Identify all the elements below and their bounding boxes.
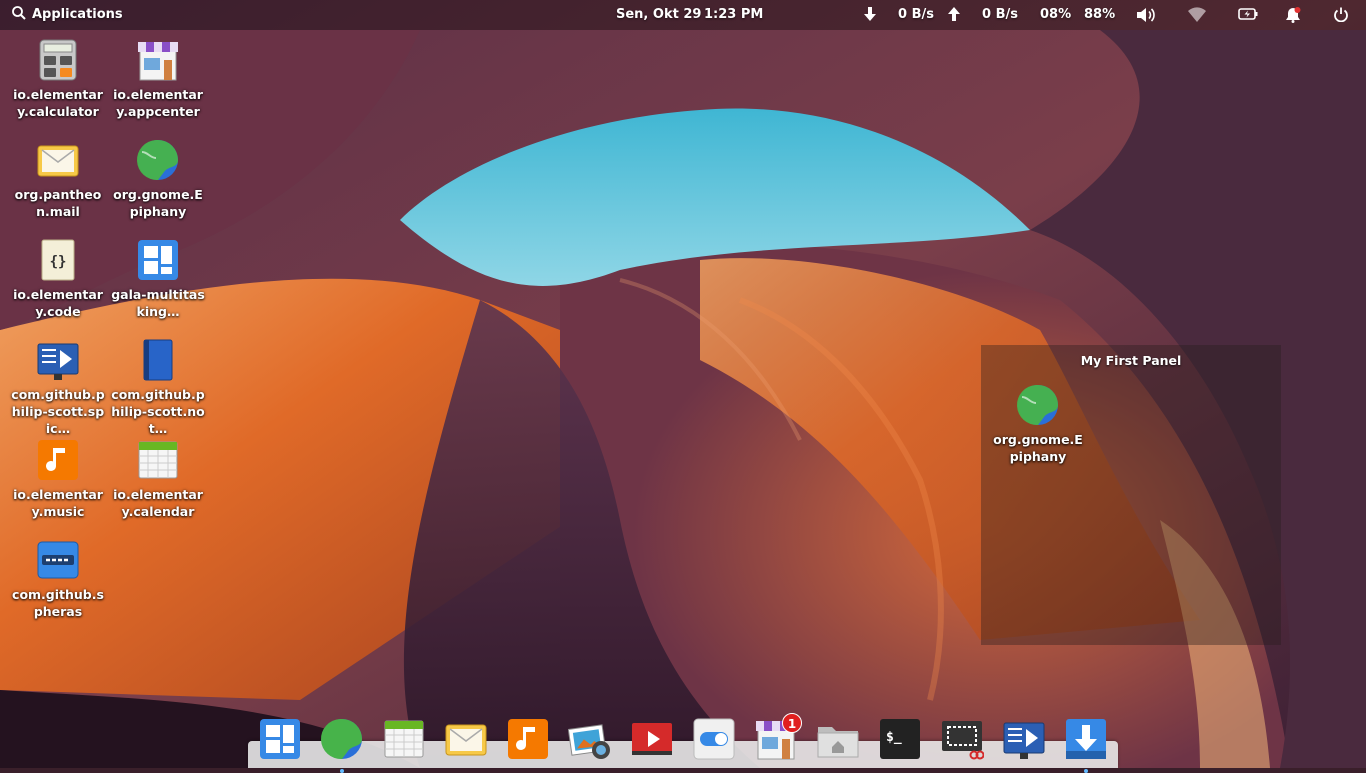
epiphany-icon xyxy=(320,719,362,760)
desktopfolder-icon xyxy=(36,538,80,582)
desktop-icon-epiphany[interactable]: org.gnome.Epiphany xyxy=(108,132,208,220)
dock-item-spice-up[interactable] xyxy=(1002,717,1046,761)
dock-item-multitasking[interactable] xyxy=(258,717,302,761)
notifications-bell-icon[interactable] xyxy=(1285,0,1301,30)
dock-item-appcenter[interactable]: 1 xyxy=(754,713,802,761)
epiphany-icon xyxy=(136,138,180,182)
notes-up-icon xyxy=(136,338,180,382)
desktop-icon-label: io.elementary.calendar xyxy=(113,487,203,519)
desktop-icon-notes-up[interactable]: com.github.philip-scott.not… xyxy=(108,332,208,437)
multitasking-icon xyxy=(136,238,180,282)
music-icon xyxy=(36,438,80,482)
desktop-icon-mail[interactable]: org.pantheon.mail xyxy=(8,132,108,220)
dock-item-settings[interactable] xyxy=(692,717,736,761)
code-icon: {} xyxy=(36,238,80,282)
desktop-icon-music[interactable]: io.elementary.music xyxy=(8,432,108,520)
terminal-icon: $_ xyxy=(880,719,920,759)
desktop-icon-label: org.gnome.Epiphany xyxy=(113,187,203,219)
top-panel: Applications Sen, Okt 29 1:23 PM 0 B/s 0… xyxy=(0,0,1366,30)
battery-icon[interactable] xyxy=(1238,0,1258,30)
settings-icon xyxy=(693,718,735,760)
videos-icon xyxy=(632,723,672,755)
calculator-icon xyxy=(36,38,80,82)
dock-item-screenshot[interactable] xyxy=(940,717,985,761)
download-icon xyxy=(1066,719,1106,759)
download-speed: 0 B/s xyxy=(898,7,934,22)
calendar-icon xyxy=(136,438,180,482)
dock-item-calendar[interactable] xyxy=(382,717,426,761)
memory-usage[interactable]: 88% xyxy=(1084,0,1115,30)
dock-item-files[interactable] xyxy=(816,717,860,761)
mail-icon xyxy=(445,724,487,756)
spice-up-icon xyxy=(1003,722,1045,759)
network-wifi-icon[interactable] xyxy=(1188,0,1206,30)
music-icon xyxy=(508,719,548,759)
calendar-icon xyxy=(384,720,424,758)
epiphany-icon xyxy=(1016,383,1060,427)
appcenter-icon xyxy=(136,38,180,82)
dock: 1 $_ xyxy=(248,711,1118,773)
applications-menu-button[interactable]: Applications xyxy=(12,0,123,30)
volume-icon[interactable] xyxy=(1137,0,1157,30)
desktop-icon-label: com.github.philip-scott.not… xyxy=(111,387,205,436)
running-indicator xyxy=(1084,769,1088,773)
multitasking-icon xyxy=(260,719,300,759)
running-indicator xyxy=(340,769,344,773)
panel-item-epiphany[interactable]: org.gnome.Epiphany xyxy=(988,377,1088,465)
spice-up-icon xyxy=(36,338,80,382)
dock-item-epiphany[interactable] xyxy=(320,717,364,773)
clock-time[interactable]: 1:23 PM xyxy=(704,0,763,30)
desktop-icon-label: io.elementary.code xyxy=(13,287,103,319)
dock-background xyxy=(248,741,1118,768)
svg-text:{}: {} xyxy=(50,254,67,270)
applications-label: Applications xyxy=(32,7,123,22)
upload-speed: 0 B/s xyxy=(982,7,1018,22)
desktop-icon-label: gala-multitasking… xyxy=(111,287,205,319)
dock-item-terminal[interactable]: $_ xyxy=(878,717,922,761)
dock-item-mail[interactable] xyxy=(444,717,488,761)
desktop-icon-spice-up[interactable]: com.github.philip-scott.spic… xyxy=(8,332,108,437)
cpu-usage[interactable]: 08% xyxy=(1040,0,1071,30)
desktop-icon-desktopfolder[interactable]: com.github.spheras xyxy=(8,532,108,620)
svg-text:$_: $_ xyxy=(886,730,902,745)
dock-item-photos[interactable] xyxy=(567,717,612,761)
upload-arrow-icon xyxy=(948,0,960,30)
photos-icon xyxy=(567,724,610,759)
desktop-icon-calculator[interactable]: io.elementary.calculator xyxy=(8,32,108,120)
desktop-icon-calendar[interactable]: io.elementary.calendar xyxy=(108,432,208,520)
panel-item-label: org.gnome.Epiphany xyxy=(993,432,1083,464)
search-icon xyxy=(12,6,26,20)
power-icon[interactable] xyxy=(1334,0,1348,30)
desktop-icon-multitasking[interactable]: gala-multitasking… xyxy=(108,232,208,320)
desktop-icon-label: io.elementary.calculator xyxy=(13,87,103,119)
desktop-icon-label: io.elementary.music xyxy=(13,487,103,519)
update-count-badge: 1 xyxy=(782,713,802,733)
desktop-icon-label: org.pantheon.mail xyxy=(14,187,102,219)
mail-icon xyxy=(36,138,80,182)
dock-item-videos[interactable] xyxy=(630,717,674,761)
desktop-panel[interactable]: My First Panel org.gnome.Epiphany xyxy=(981,345,1281,645)
screenshot-icon xyxy=(942,721,985,760)
desktop-icon-label: com.github.spheras xyxy=(12,587,104,619)
panel-title: My First Panel xyxy=(1080,353,1182,368)
clock-date[interactable]: Sen, Okt 29 xyxy=(616,0,701,30)
files-icon xyxy=(817,727,859,758)
desktop-icon-code[interactable]: {} io.elementary.code xyxy=(8,232,108,320)
dock-item-music[interactable] xyxy=(506,717,550,761)
dock-item-installer[interactable] xyxy=(1064,717,1108,773)
desktop-icon-label: io.elementary.appcenter xyxy=(113,87,203,119)
desktop-icon-label: com.github.philip-scott.spic… xyxy=(11,387,105,436)
download-arrow-icon xyxy=(864,0,876,30)
desktop-icon-appcenter[interactable]: io.elementary.appcenter xyxy=(108,32,208,120)
